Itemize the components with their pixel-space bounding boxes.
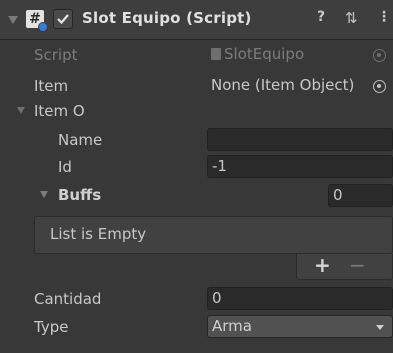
cantidad-input[interactable]: 0: [207, 287, 393, 310]
list-footer: [296, 254, 393, 280]
component-title: Slot Equipo (Script): [82, 9, 252, 27]
remove-element-button[interactable]: −: [349, 253, 366, 277]
script-file-icon: [211, 48, 221, 60]
cantidad-label: Cantidad: [34, 290, 102, 308]
script-value: SlotEquipo: [224, 45, 305, 63]
script-field: SlotEquipo: [207, 44, 393, 67]
script-label: Script: [34, 46, 78, 64]
item-label: Item: [34, 77, 69, 95]
buffs-foldout-arrow-icon[interactable]: [40, 191, 48, 198]
object-picker-icon[interactable]: [373, 49, 386, 62]
kebab-menu-icon[interactable]: ⋮: [377, 9, 391, 25]
script-component-icon: #: [26, 10, 48, 32]
enabled-checkbox[interactable]: [53, 9, 73, 29]
type-dropdown[interactable]: Arma: [207, 315, 393, 338]
buffs-label[interactable]: Buffs: [58, 186, 101, 204]
item-o-label[interactable]: Item O: [34, 102, 85, 120]
buffs-size-input[interactable]: 0: [328, 184, 393, 207]
name-label: Name: [58, 131, 103, 149]
item-object-field[interactable]: None (Item Object): [207, 75, 393, 98]
chevron-down-icon: [376, 325, 384, 330]
foldout-arrow-icon[interactable]: [8, 16, 18, 24]
id-input[interactable]: -1: [207, 155, 393, 178]
type-label: Type: [34, 318, 69, 336]
object-picker-icon[interactable]: [373, 80, 386, 93]
type-value: Arma: [212, 317, 252, 335]
name-input[interactable]: [207, 128, 393, 151]
item-o-foldout-arrow-icon[interactable]: [17, 107, 25, 114]
help-icon[interactable]: ?: [317, 9, 325, 25]
id-label: Id: [58, 158, 72, 176]
list-empty-text: List is Empty: [50, 225, 147, 243]
add-element-button[interactable]: +: [314, 253, 331, 277]
presets-icon[interactable]: ⇅: [345, 9, 358, 27]
